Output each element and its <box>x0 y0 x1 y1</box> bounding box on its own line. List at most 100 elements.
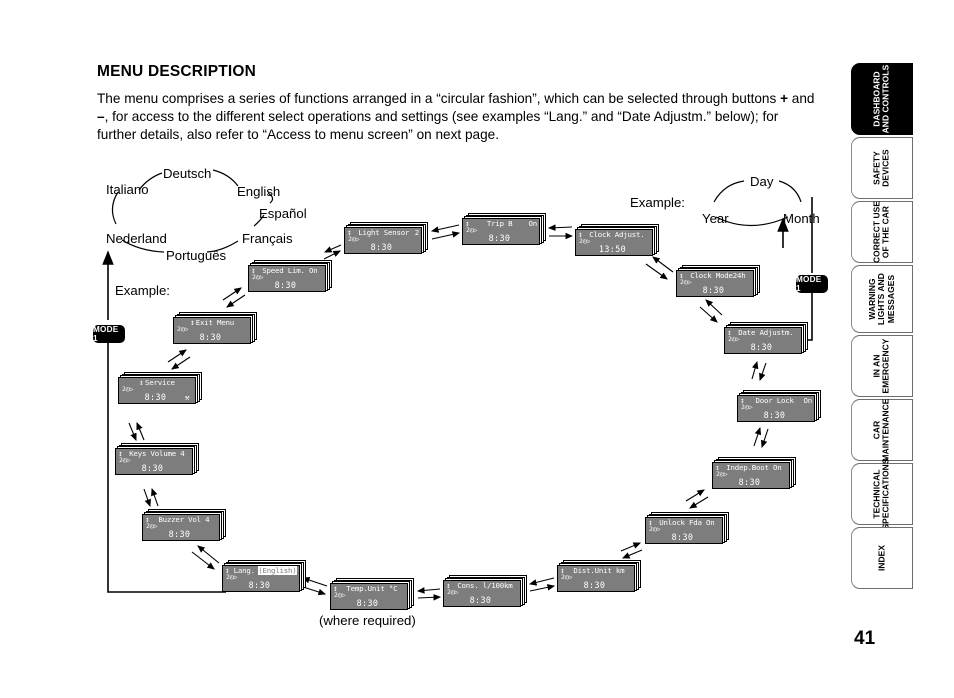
intro-paragraph: The menu comprises a series of functions… <box>97 91 815 143</box>
section-tab-index[interactable]: INDEX <box>851 527 913 589</box>
language-option-0: Deutsch <box>163 166 212 181</box>
screen-clock: 8:30 <box>646 531 719 542</box>
screen-face: ↕ Temp.Unit °C 2◴▷ 8:30 <box>330 582 408 610</box>
screen-clock: 8:30 <box>143 529 216 539</box>
screen-clock: 8:30 <box>558 579 631 590</box>
screen-clock-value: 8:30 <box>248 579 271 590</box>
section-tab-correct-use-of-the-car[interactable]: CORRECT USE OF THE CAR <box>851 201 913 263</box>
screen-face: ↕ Buzzer Vol 4 2◴▷ 8:30 <box>142 513 220 541</box>
screen-clock-value: 8:30 <box>702 284 725 295</box>
screen-face: ↕ Unlock Fda On 2◴▷ 8:30 <box>645 516 723 544</box>
screen-item-value: On <box>528 218 537 228</box>
screen-item-name: Indep.Boot On <box>726 462 782 472</box>
screen-item-name: Exit Menu <box>195 317 235 327</box>
screen-item-name: Dist.Unit km <box>573 565 625 575</box>
section-tab-technical-specifications[interactable]: TECHNICAL SPECIFICATIONS <box>851 458 913 530</box>
menu-screen-exit-menu[interactable]: ↕ Exit Menu 2◴▷ 8:30 <box>173 312 257 344</box>
screen-face: ↕ Lang. (English) 2◴▷ 8:30 <box>222 564 300 592</box>
menu-screen-date-adjustm[interactable]: ↕ Date Adjustm. 2◴▷ 8:30 <box>724 322 808 354</box>
section-tab-safety-devices[interactable]: SAFETY DEVICES <box>851 137 913 199</box>
screen-item-name: Buzzer Vol 4 <box>158 514 210 524</box>
screen-clock-value: 8:30 <box>671 531 694 542</box>
screen-clock-value: 8:30 <box>488 232 511 243</box>
screen-item-name: Clock Adjust. <box>589 229 645 239</box>
section-tab-label: TECHNICAL SPECIFICATIONS <box>871 458 891 530</box>
menu-screen-temp-unit[interactable]: ↕ Temp.Unit °C 2◴▷ 8:30 <box>330 578 414 610</box>
screen-clock-value: 8:30 <box>274 279 297 290</box>
section-tab-label: DASHBOARD AND CONTROLS <box>871 64 891 134</box>
menu-screen-door-lock[interactable]: ↕ Door Lock On 2◴▷ 8:30 <box>737 390 821 422</box>
date-field-year: Year <box>702 211 729 226</box>
screen-item-value: (English) <box>257 565 297 575</box>
screen-clock-value: 8:30 <box>738 476 761 487</box>
menu-screen-dist-unit[interactable]: ↕ Dist.Unit km 2◴▷ 8:30 <box>557 560 641 592</box>
menu-screen-light-sensor[interactable]: ↕ Light Sensor 2 2◴▷ 8:30 <box>344 222 428 254</box>
screen-clock: 8:30 <box>444 594 517 605</box>
screen-clock-value: 8:30 <box>356 597 379 608</box>
screen-face: ↕ Trip B On 2◴▷ 8:30 <box>462 217 540 245</box>
section-tab-warning-lights-and-messages[interactable]: WARNING LIGHTS AND MESSAGES <box>851 265 913 333</box>
screen-item-name: Temp.Unit °C <box>346 583 398 593</box>
screen-face: ↕ Clock Mode24h 2◴▷ 8:30 <box>676 269 754 297</box>
menu-screen-lang[interactable]: ↕ Lang. (English) 2◴▷ 8:30 <box>222 560 306 592</box>
menu-screen-indep-boot[interactable]: ↕ Indep.Boot On 2◴▷ 8:30 <box>712 457 796 489</box>
screen-face: ↕ Clock Adjust. 2◴▷ 13:50 <box>575 228 653 256</box>
screen-clock: 8:30 <box>463 232 536 243</box>
menu-screen-speed-lim[interactable]: ↕ Speed Lim. On 2◴▷ 8:30 <box>248 260 332 292</box>
language-option-6: Português <box>166 248 227 263</box>
menu-screen-clock-adjust[interactable]: ↕ Clock Adjust. 2◴▷ 13:50 <box>575 224 659 256</box>
screen-clock-value: 8:30 <box>763 409 786 420</box>
menu-screen-buzzer-vol[interactable]: ↕ Buzzer Vol 4 2◴▷ 8:30 <box>142 509 226 541</box>
menu-screen-unlock-fda[interactable]: ↕ Unlock Fda On 2◴▷ 8:30 <box>645 512 729 544</box>
date-field-month: Month <box>783 211 820 226</box>
screen-clock: 8:30 <box>174 331 247 342</box>
screen-clock: 8:30 <box>345 241 418 252</box>
section-tab-label: CORRECT USE OF THE CAR <box>871 200 891 264</box>
date-example-label: Example: <box>630 195 685 210</box>
screen-clock-value: 8:30 <box>469 594 492 605</box>
mode-button-2[interactable]: MODE 1 <box>796 275 828 293</box>
section-tab-car-maintenance[interactable]: CAR MAINTENANCE <box>851 399 913 461</box>
screen-face: ↕ Door Lock On 2◴▷ 8:30 <box>737 394 815 422</box>
screen-face: ↕ Light Sensor 2 2◴▷ 8:30 <box>344 226 422 254</box>
language-option-2: English <box>237 184 281 199</box>
screen-clock: 8:30 <box>713 476 786 487</box>
screen-clock: 8:30 ⚒ <box>119 391 192 402</box>
wrench-icon: ⚒ <box>184 392 190 402</box>
screen-face: ↕ Cons. l/100km 2◴▷ 8:30 <box>443 579 521 607</box>
language-example-label: Example: <box>115 283 170 298</box>
screen-item-name: Cons. l/100km <box>457 580 513 590</box>
screen-item-name: Service <box>145 377 175 387</box>
screen-clock: 8:30 <box>677 284 750 295</box>
screen-face: ↕ Keys Volume 4 2◴▷ 8:30 <box>115 447 193 475</box>
section-tabs: DASHBOARD AND CONTROLS SAFETY DEVICES CORREC… <box>851 63 913 591</box>
screen-face: ↕ Dist.Unit km 2◴▷ 8:30 <box>557 564 635 592</box>
menu-screen-cons-unit[interactable]: ↕ Cons. l/100km 2◴▷ 8:30 <box>443 575 527 607</box>
language-option-1: Italiano <box>106 182 149 197</box>
menu-screen-keys-volume[interactable]: ↕ Keys Volume 4 2◴▷ 8:30 <box>115 443 199 475</box>
screen-clock-value: 8:30 <box>583 579 606 590</box>
section-tab-label: IN AN EMERGENCY <box>871 338 891 394</box>
menu-screen-trip-b[interactable]: ↕ Trip B On 2◴▷ 8:30 <box>462 213 546 245</box>
screen-clock-value: 8:30 <box>144 391 167 402</box>
up-down-arrows-icon: ↕ <box>139 378 144 388</box>
mode-button-1[interactable]: MODE 1 <box>93 325 125 343</box>
screen-item-name: Trip B <box>486 218 513 228</box>
language-option-3: Español <box>259 206 307 221</box>
menu-screen-service[interactable]: ↕ Service 2◴▷ 8:30 ⚒ <box>118 372 202 404</box>
page-number: 41 <box>854 628 876 649</box>
page-title: MENU DESCRIPTION <box>97 63 257 80</box>
menu-screen-clock-mode[interactable]: ↕ Clock Mode24h 2◴▷ 8:30 <box>676 265 760 297</box>
screen-item-name: Door Lock <box>755 395 794 405</box>
screen-item-value: On <box>803 395 812 405</box>
section-tab-dashboard-and-controls[interactable]: DASHBOARD AND CONTROLS <box>851 63 913 135</box>
date-field-day: Day <box>750 174 774 189</box>
section-tab-label: SAFETY DEVICES <box>871 149 891 187</box>
screen-clock-value: 8:30 <box>370 241 393 252</box>
section-tab-in-an-emergency[interactable]: IN AN EMERGENCY <box>851 335 913 397</box>
screen-item-name: Unlock Fda On <box>659 517 715 527</box>
screen-clock-value: 8:30 <box>199 331 222 342</box>
screen-item-name: Date Adjustm. <box>738 327 794 337</box>
screen-item-name: Clock Mode24h <box>690 270 746 280</box>
manual-page: MENU DESCRIPTION The menu comprises a se… <box>0 0 954 698</box>
